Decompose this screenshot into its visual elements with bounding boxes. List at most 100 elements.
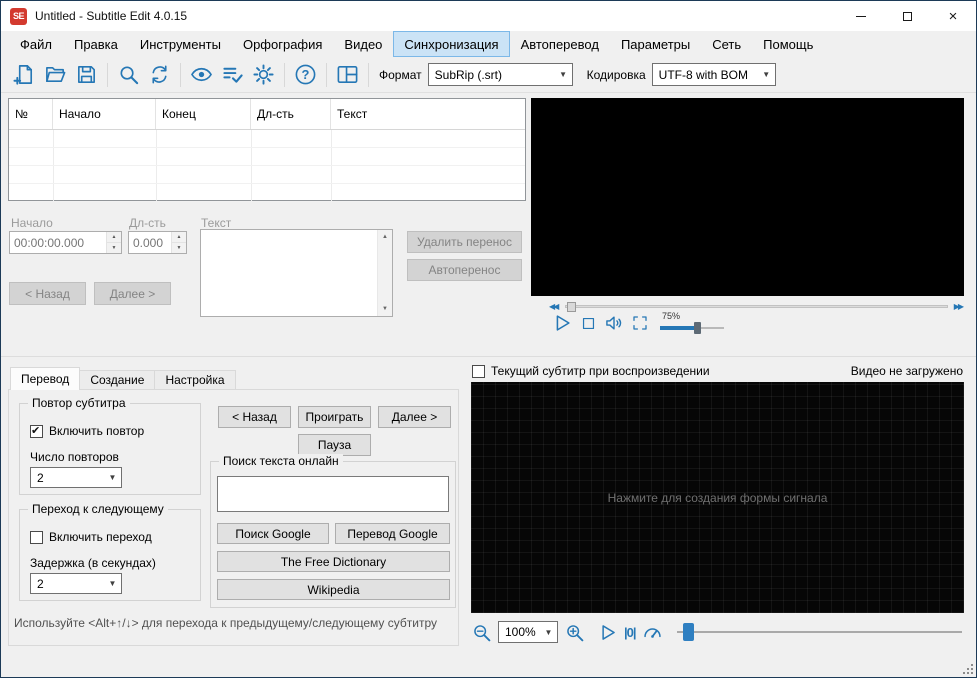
delay-select[interactable]: 2 ▼ <box>30 573 122 594</box>
zoom-out-button[interactable] <box>471 622 492 643</box>
edit-back-button[interactable]: < Назад <box>9 282 86 305</box>
menu-file[interactable]: Файл <box>9 31 63 57</box>
start-time-input[interactable]: 00:00:00.000 ▲ ▼ <box>9 231 122 254</box>
translate-pause-button[interactable]: Пауза <box>298 434 371 456</box>
video-display[interactable] <box>531 98 964 296</box>
menu-autotranslate[interactable]: Автоперевод <box>510 31 610 57</box>
fast-forward-icon[interactable]: ▶▶ <box>954 302 964 311</box>
waveform-play-button[interactable] <box>597 622 618 643</box>
close-button[interactable]: × <box>930 1 976 31</box>
maximize-button[interactable] <box>884 1 930 31</box>
menu-video[interactable]: Видео <box>333 31 393 57</box>
slider-thumb[interactable] <box>682 623 694 641</box>
enable-repeat-label: Включить повтор <box>49 424 145 438</box>
column-header-text[interactable]: Текст <box>331 99 525 129</box>
rewind-icon[interactable]: ◀◀ <box>549 302 559 311</box>
tab-create[interactable]: Создание <box>79 370 156 390</box>
tab-adjust[interactable]: Настройка <box>154 370 236 390</box>
column-header-duration[interactable]: Дл-сть <box>251 99 331 129</box>
help-button[interactable]: ? <box>290 61 321 89</box>
format-label: Формат <box>379 67 422 82</box>
resize-grip[interactable] <box>961 662 973 674</box>
subtitle-list-view[interactable]: № Начало Конец Дл-сть Текст <box>8 98 526 202</box>
encoding-value: UTF-8 with BOM <box>658 67 748 82</box>
enable-goto-checkbox[interactable]: Включить переход <box>30 530 152 544</box>
translate-tab-panel: Повтор субтитра Включить повтор Число по… <box>8 389 459 646</box>
playback-speed-button[interactable] <box>642 622 663 643</box>
video-play-button[interactable] <box>551 312 573 334</box>
scroll-down-icon[interactable]: ▼ <box>378 302 392 316</box>
google-search-button[interactable]: Поиск Google <box>217 523 329 544</box>
waveform-zoom-value: 100% <box>505 625 536 639</box>
menu-synchronization[interactable]: Синхронизация <box>393 31 510 57</box>
horizontal-splitter[interactable] <box>1 356 976 357</box>
repeat-count-select[interactable]: 2 ▼ <box>30 467 122 488</box>
column-header-start[interactable]: Начало <box>53 99 156 129</box>
spinner-buttons[interactable]: ▲ ▼ <box>171 232 186 253</box>
google-translate-button[interactable]: Перевод Google <box>335 523 450 544</box>
free-dictionary-button[interactable]: The Free Dictionary <box>217 551 450 572</box>
menu-bar: Файл Правка Инструменты Орфография Видео… <box>1 31 976 57</box>
menu-options[interactable]: Параметры <box>610 31 701 57</box>
online-search-input[interactable] <box>217 476 449 512</box>
spinner-buttons[interactable]: ▲ ▼ <box>106 232 121 253</box>
subtitle-text-input[interactable]: ▲ ▼ <box>200 229 393 317</box>
remove-line-break-button[interactable]: Удалить перенос <box>407 231 522 253</box>
spin-up-icon[interactable]: ▲ <box>172 232 186 242</box>
volume-slider[interactable] <box>660 321 724 334</box>
menu-edit[interactable]: Правка <box>63 31 129 57</box>
find-button[interactable] <box>113 61 144 89</box>
new-file-button[interactable] <box>9 61 40 89</box>
center-position-button[interactable]: |0| <box>624 625 636 640</box>
spin-up-icon[interactable]: ▲ <box>107 232 121 242</box>
spell-check-icon <box>223 67 243 83</box>
edit-next-button[interactable]: Далее > <box>94 282 171 305</box>
text-scrollbar[interactable]: ▲ ▼ <box>377 230 392 316</box>
translate-play-button[interactable]: Проиграть <box>298 406 371 428</box>
slider-track <box>676 631 962 633</box>
mute-button[interactable] <box>604 313 624 333</box>
settings-button[interactable] <box>248 61 279 89</box>
zoom-in-button[interactable] <box>564 622 585 643</box>
waveform-position-slider[interactable] <box>676 621 964 643</box>
volume-thumb[interactable] <box>694 322 701 334</box>
column-header-number[interactable]: № <box>9 99 53 129</box>
column-header-end[interactable]: Конец <box>156 99 251 129</box>
spell-check-button[interactable] <box>217 61 248 89</box>
tab-translate[interactable]: Перевод <box>10 367 81 390</box>
waveform-zoom-select[interactable]: 100% ▼ <box>498 621 558 643</box>
menu-tools[interactable]: Инструменты <box>129 31 232 57</box>
waveform-controls: 100% ▼ |0| <box>471 618 964 646</box>
video-position-slider[interactable] <box>565 301 948 312</box>
duration-input[interactable]: 0.000 ▲ ▼ <box>128 231 187 254</box>
wikipedia-button[interactable]: Wikipedia <box>217 579 450 600</box>
scroll-up-icon[interactable]: ▲ <box>378 230 392 244</box>
waveform-area[interactable]: Нажмите для создания формы сигнала <box>471 382 964 613</box>
repeat-group-title: Повтор субтитра <box>28 396 130 410</box>
menu-help[interactable]: Помощь <box>752 31 824 57</box>
minimize-button[interactable] <box>838 1 884 31</box>
encoding-select[interactable]: UTF-8 with BOM ▼ <box>651 63 776 86</box>
visual-sync-button[interactable] <box>186 61 217 89</box>
spin-down-icon[interactable]: ▼ <box>107 242 121 253</box>
menu-spellcheck[interactable]: Орфография <box>232 31 333 57</box>
save-button[interactable] <box>71 61 102 89</box>
fullscreen-button[interactable] <box>631 314 649 332</box>
format-select[interactable]: SubRip (.srt) ▼ <box>427 63 573 86</box>
auto-break-button[interactable]: Автоперенос <box>407 259 522 281</box>
video-stop-button[interactable] <box>580 315 597 332</box>
video-seek-bar: ◀◀ ▶▶ <box>549 300 964 312</box>
toolbar-separator <box>368 62 369 87</box>
translate-next-button[interactable]: Далее > <box>378 406 451 428</box>
translate-back-button[interactable]: < Назад <box>218 406 291 428</box>
gear-icon <box>253 64 274 85</box>
menu-network[interactable]: Сеть <box>701 31 752 57</box>
show-current-subtitle-checkbox[interactable]: Текущий субтитр при воспроизведении <box>472 364 710 378</box>
replace-button[interactable] <box>144 61 175 89</box>
enable-repeat-checkbox[interactable]: Включить повтор <box>30 424 144 438</box>
layout-button[interactable] <box>332 61 363 89</box>
spin-down-icon[interactable]: ▼ <box>172 242 186 253</box>
help-icon: ? <box>295 64 316 85</box>
open-file-button[interactable] <box>40 61 71 89</box>
video-position-thumb[interactable] <box>567 301 577 312</box>
